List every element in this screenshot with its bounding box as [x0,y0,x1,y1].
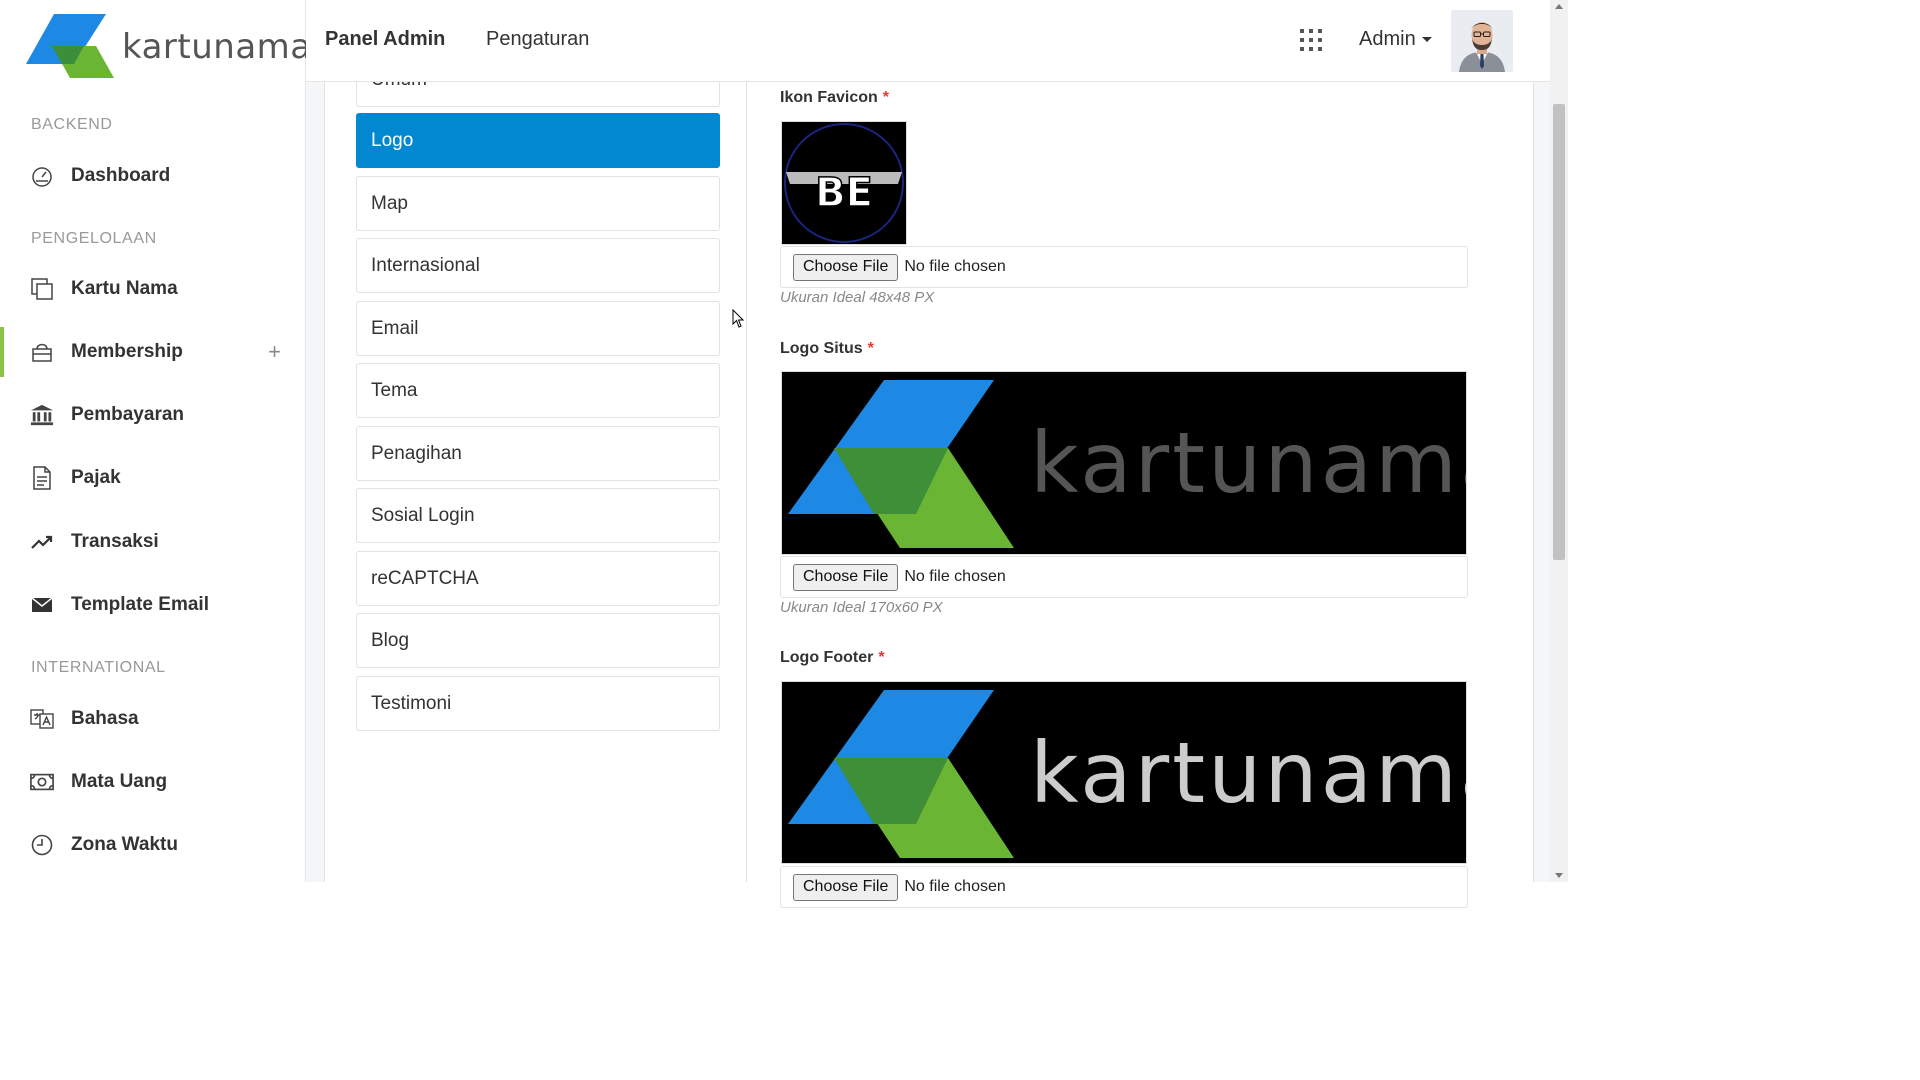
favicon-label: Ikon Favicon * [780,89,890,106]
settings-item-logo[interactable]: Logo [356,113,720,168]
mouse-cursor-icon [732,309,745,328]
sidebar-item-label: Bahasa [71,708,139,729]
main-content: Umum Logo Map Internasional Email Tema P… [306,52,1550,908]
logo-situs-preview-text: kartunama [1030,414,1466,512]
cards-icon [30,277,54,301]
section-pengelolaan: PENGELOLAAN [31,230,157,247]
sidebar-item-label: Kartu Nama [71,278,178,299]
sidebar-item-pembayaran[interactable]: Pembayaran [0,390,305,440]
sidebar: kartunama BACKEND Dashboard PENGELOLAAN … [0,0,311,882]
sidebar-item-pajak[interactable]: Pajak [0,453,305,503]
section-international: INTERNATIONAL [31,659,166,676]
section-backend: BACKEND [31,116,113,133]
clock-icon [30,833,54,857]
settings-item-map[interactable]: Map [356,176,720,231]
expand-plus-icon[interactable]: + [268,339,281,365]
settings-item-blog[interactable]: Blog [356,613,720,668]
favicon-choose-file-button[interactable]: Choose File [793,253,899,281]
caret-down-icon [1421,37,1432,43]
sidebar-item-label: Mata Uang [71,771,168,792]
logo-footer-file-status: No file chosen [904,878,1006,895]
logo-footer-label: Logo Footer * [780,649,885,666]
favicon-hint: Ukuran Ideal 48x48 PX [780,289,935,306]
sidebar-item-mata-uang[interactable]: Mata Uang [0,757,305,807]
favicon-file-input[interactable]: Choose File No file chosen [780,246,1468,288]
logo-situs-label: Logo Situs * [780,340,874,357]
settings-item-tema[interactable]: Tema [356,363,720,418]
logo-footer-file-input[interactable]: Choose File No file chosen [780,866,1468,908]
kartunama-logo-icon [26,14,114,78]
settings-item-recaptcha[interactable]: reCAPTCHA [356,551,720,606]
money-icon [30,770,54,794]
scroll-thumb[interactable] [1553,104,1565,560]
envelope-icon [30,593,54,617]
dashboard-icon [30,164,54,188]
user-menu[interactable]: Admin [1359,28,1432,51]
logo-situs-file-status: No file chosen [904,568,1006,585]
logo-footer-preview: kartunama [781,681,1467,864]
logo-situs-file-input[interactable]: Choose File No file chosen [780,556,1468,598]
settings-item-email[interactable]: Email [356,301,720,356]
document-icon [30,466,54,490]
favicon-file-status: No file chosen [904,258,1006,275]
scroll-up-arrow-icon[interactable] [1555,4,1563,9]
avatar[interactable] [1451,10,1513,72]
logo-footer-choose-file-button[interactable]: Choose File [793,873,899,901]
apps-grid-icon[interactable] [1300,29,1322,51]
favicon-preview-text: BE [815,170,873,216]
sidebar-item-template-email[interactable]: Template Email [0,580,305,630]
sidebar-item-kartu-nama[interactable]: Kartu Nama [0,264,305,314]
page-scrollbar[interactable] [1550,0,1568,882]
user-label: Admin [1359,28,1416,50]
favicon-preview: BE [781,121,907,245]
logo-situs-choose-file-button[interactable]: Choose File [793,563,899,591]
logo-footer-preview-text: kartunama [1030,724,1466,822]
topbar: Panel Admin Pengaturan Admin [306,0,1550,82]
sidebar-item-label: Membership [71,341,183,362]
sidebar-item-label: Pajak [71,467,121,488]
sidebar-item-dashboard[interactable]: Dashboard [0,151,305,201]
brand-logo[interactable]: kartunama [26,14,312,80]
sidebar-item-label: Template Email [71,594,209,615]
sidebar-item-label: Transaksi [71,531,159,552]
sidebar-item-bahasa[interactable]: Bahasa [0,694,305,744]
sidebar-item-label: Pembayaran [71,404,185,425]
settings-item-testimoni[interactable]: Testimoni [356,676,720,731]
bank-icon [30,403,54,427]
required-mark: * [867,340,874,357]
settings-menu: Umum Logo Map Internasional Email Tema P… [325,52,747,882]
required-mark: * [882,89,890,106]
sidebar-item-zona-waktu[interactable]: Zona Waktu [0,820,305,870]
settings-item-penagihan[interactable]: Penagihan [356,426,720,481]
sidebar-item-membership[interactable]: Membership + [0,327,305,377]
required-mark: * [878,649,885,666]
settings-item-sosial-login[interactable]: Sosial Login [356,488,720,543]
logo-situs-preview: kartunama [781,371,1467,555]
sidebar-item-label: Dashboard [71,165,171,186]
translate-icon [30,707,54,731]
sidebar-item-label: Zona Waktu [71,834,178,855]
trend-icon [30,530,54,554]
settings-card: Umum Logo Map Internasional Email Tema P… [324,52,1534,908]
bag-icon [30,340,54,364]
nav-panel-admin[interactable]: Panel Admin [325,28,445,51]
settings-item-internasional[interactable]: Internasional [356,238,720,293]
nav-pengaturan[interactable]: Pengaturan [486,28,589,51]
sidebar-item-transaksi[interactable]: Transaksi [0,517,305,567]
scroll-down-arrow-icon[interactable] [1555,873,1563,878]
logo-situs-hint: Ukuran Ideal 170x60 PX [780,599,943,616]
brand-name: kartunama [122,27,312,67]
